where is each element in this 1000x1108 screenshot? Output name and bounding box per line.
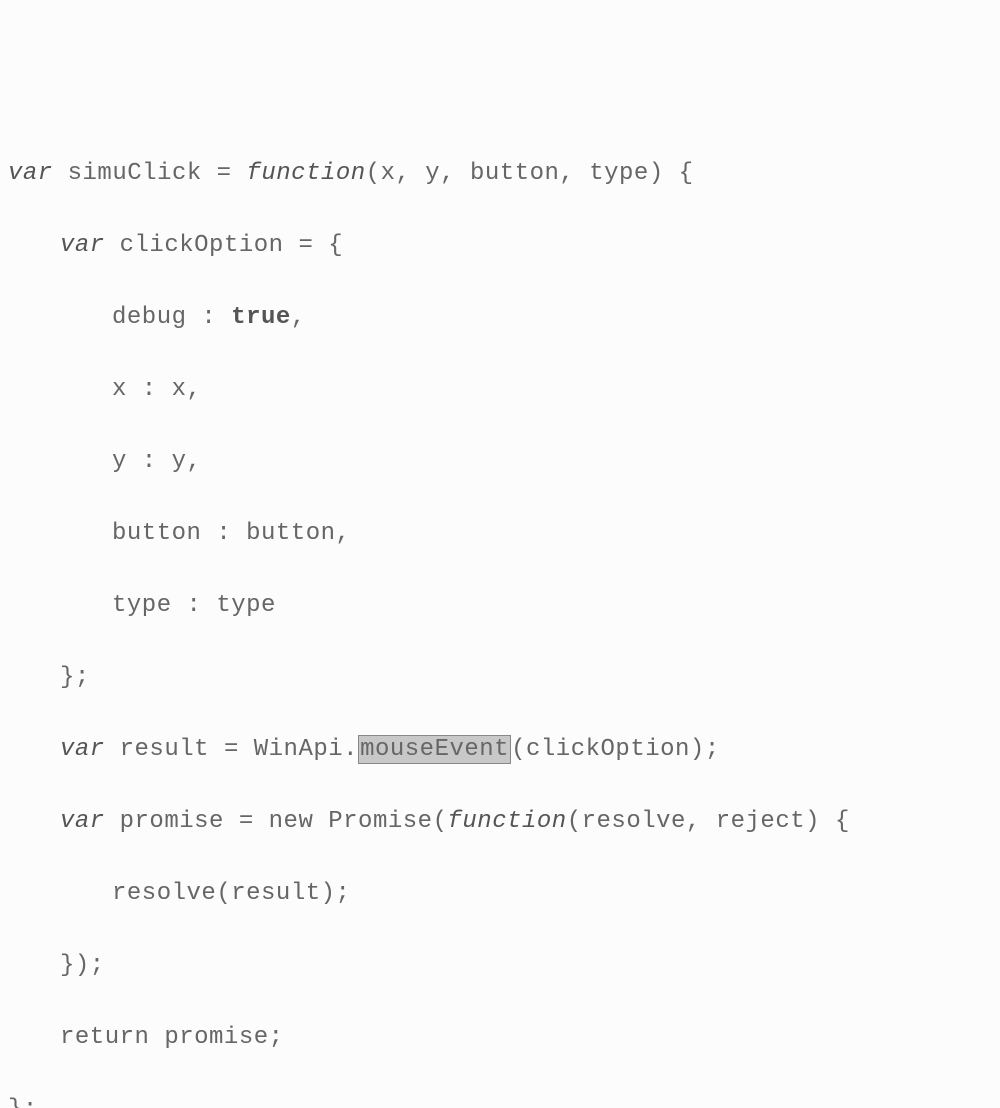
- code-editor[interactable]: var simuClick = function(x, y, button, t…: [8, 156, 992, 1108]
- code-line: y : y,: [8, 444, 992, 480]
- keyword-var: var: [60, 232, 105, 259]
- code-line: var result = WinApi.mouseEvent(clickOpti…: [8, 732, 992, 768]
- code-line: };: [8, 660, 992, 696]
- code-line: button : button,: [8, 516, 992, 552]
- keyword-var: var: [8, 160, 53, 187]
- code-line: var simuClick = function(x, y, button, t…: [8, 156, 992, 192]
- code-line: debug : true,: [8, 300, 992, 336]
- code-line: resolve(result);: [8, 876, 992, 912]
- code-line: return promise;: [8, 1020, 992, 1056]
- keyword-function: function: [246, 160, 365, 187]
- keyword-var: var: [60, 736, 105, 763]
- code-line: var promise = new Promise(function(resol…: [8, 804, 992, 840]
- code-line: };: [8, 1092, 992, 1108]
- code-line: });: [8, 948, 992, 984]
- code-line: x : x,: [8, 372, 992, 408]
- literal-true: true: [231, 304, 291, 331]
- code-line: var clickOption = {: [8, 228, 992, 264]
- keyword-var: var: [60, 808, 105, 835]
- keyword-function: function: [447, 808, 566, 835]
- text-selection: mouseEvent: [358, 735, 511, 764]
- code-line: type : type: [8, 588, 992, 624]
